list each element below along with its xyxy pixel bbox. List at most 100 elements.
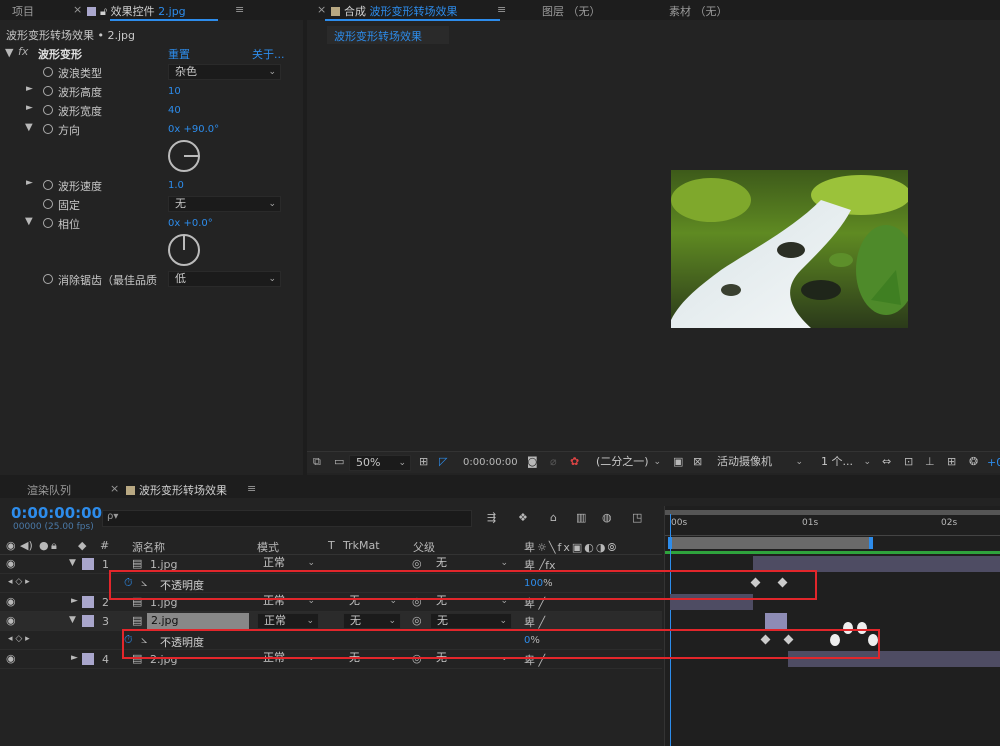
disclosure-triangle-icon[interactable]: ▼ <box>69 558 76 568</box>
panel-menu-icon[interactable]: ≡ <box>497 3 506 16</box>
camera-icon[interactable]: ◙ <box>527 455 538 468</box>
about-link[interactable]: 关于... <box>252 46 285 62</box>
eye-icon[interactable]: ◉ <box>6 539 16 552</box>
stopwatch-icon[interactable] <box>43 180 53 190</box>
stopwatch-icon[interactable] <box>43 86 53 96</box>
solo-icon[interactable]: ● <box>39 539 49 552</box>
eye-icon[interactable]: ◉ <box>6 652 16 665</box>
eye-icon[interactable]: ◉ <box>6 557 16 570</box>
expand-icon[interactable]: ⊞ <box>947 455 956 468</box>
audio-icon[interactable]: ◀) <box>20 539 33 552</box>
wave-type-dropdown[interactable]: 杂色 ⌄ <box>168 64 281 80</box>
stopwatch-icon[interactable] <box>43 274 53 284</box>
wave-width-value[interactable]: 40 <box>168 105 181 116</box>
frame-blending-icon[interactable]: ▥ <box>576 511 586 524</box>
work-area-bar[interactable] <box>665 510 1000 515</box>
comp-mini-flowchart-icon[interactable]: ⇶ <box>487 511 496 524</box>
panel-menu-icon[interactable]: ≡ <box>247 482 256 495</box>
resolution-dropdown[interactable]: (二分之一) ⌄ <box>590 455 665 471</box>
wave-height-value[interactable]: 10 <box>168 86 181 97</box>
phase-value[interactable]: 0x +0.0° <box>168 218 213 229</box>
snapshot-toggle-icon[interactable]: ⧉ <box>313 455 321 469</box>
stopwatch-icon[interactable] <box>43 124 53 134</box>
lock-icon[interactable]: 🔓︎ <box>100 5 107 18</box>
mask-visibility-icon[interactable]: ◸ <box>439 455 447 468</box>
views-dropdown[interactable]: 1 个... ⌄ <box>815 455 875 471</box>
toggle-pixel-aspect-icon[interactable]: ⇔ <box>882 455 891 468</box>
tab-layer[interactable]: 图层 （无） <box>542 3 601 19</box>
col-trkmat[interactable]: TrkMat <box>343 539 380 552</box>
disclosure-triangle-icon[interactable]: ▼ <box>5 46 13 59</box>
tab-render-queue[interactable]: 渲染队列 <box>27 482 71 498</box>
tab-project[interactable]: 项目 <box>12 3 34 19</box>
layer-name[interactable]: 2.jpg <box>147 613 249 629</box>
viewer-subtab[interactable]: 波形变形转场效果 <box>327 26 449 44</box>
flowchart-icon[interactable]: ⊥ <box>925 455 935 468</box>
tab-timeline-comp[interactable]: 波形变形转场效果 <box>126 482 227 498</box>
camera-dropdown[interactable]: 活动摄像机 ⌄ <box>711 455 807 471</box>
parent-dropdown[interactable]: 无 ⌄ <box>430 613 512 629</box>
viewer-timecode[interactable]: 0:00:00:00 <box>463 457 518 468</box>
pickwhip-icon[interactable]: ◎ <box>412 614 422 627</box>
reset-link[interactable]: 重置 <box>168 46 190 62</box>
fast-preview-icon[interactable]: ⊡ <box>904 455 913 468</box>
keyframe-nav-icons[interactable]: ◂ ◇ ▸ <box>8 634 30 644</box>
layer-label-color[interactable] <box>82 653 94 665</box>
tab-composition[interactable]: 合成 波形变形转场效果 <box>331 3 458 19</box>
direction-value[interactable]: 0x +90.0° <box>168 124 219 135</box>
timeline-timecode[interactable]: 0:00:00:00 <box>11 504 102 522</box>
close-icon[interactable]: × <box>73 3 82 16</box>
show-snapshot-icon[interactable]: ⌀ <box>550 455 557 468</box>
col-mode[interactable]: 模式 <box>257 539 279 555</box>
draft-3d-icon[interactable]: ❖ <box>518 511 528 524</box>
eye-icon[interactable]: ◉ <box>6 595 16 608</box>
mode-dropdown[interactable]: 正常 ⌄ <box>257 613 319 629</box>
tab-effect-controls[interactable]: 🔓︎ 效果控件 2.jpg <box>87 3 186 19</box>
label-icon[interactable]: ◆ <box>78 539 86 552</box>
col-parent[interactable]: 父级 <box>413 539 435 555</box>
layer-label-color[interactable] <box>82 596 94 608</box>
phase-dial[interactable] <box>168 234 200 266</box>
eye-icon[interactable]: ◉ <box>6 614 16 627</box>
tab-footage[interactable]: 素材 （无） <box>669 3 728 19</box>
lock-icon[interactable]: 🔒︎ <box>51 539 57 553</box>
monitor-icon[interactable]: ▭ <box>334 455 344 468</box>
layer-bar[interactable] <box>765 613 787 629</box>
transparency-grid-icon[interactable]: ⊠ <box>693 455 702 468</box>
pinning-dropdown[interactable]: 无 ⌄ <box>168 196 281 212</box>
keyframe-nav-icons[interactable]: ◂ ◇ ▸ <box>8 577 30 587</box>
disclosure-triangle-icon[interactable]: ▼ <box>25 122 33 133</box>
close-icon[interactable]: × <box>110 482 119 495</box>
disclosure-triangle-icon[interactable]: ► <box>26 178 33 188</box>
col-source-name[interactable]: 源名称 <box>132 539 165 555</box>
layer-label-color[interactable] <box>82 558 94 570</box>
direction-dial[interactable] <box>168 140 200 172</box>
timeline-search-input[interactable]: ρ▾ <box>102 510 472 527</box>
wave-speed-value[interactable]: 1.0 <box>168 180 184 191</box>
layer-label-color[interactable] <box>82 615 94 627</box>
preview-range-bar[interactable] <box>668 537 873 549</box>
switches-icons[interactable]: 卑☼╲fx▣◐◑⦾ <box>524 539 618 555</box>
close-icon[interactable]: × <box>317 3 326 16</box>
disclosure-triangle-icon[interactable]: ► <box>26 103 33 113</box>
disclosure-triangle-icon[interactable]: ▼ <box>69 615 76 625</box>
stopwatch-icon[interactable] <box>43 105 53 115</box>
stopwatch-icon[interactable] <box>43 67 53 77</box>
stopwatch-icon[interactable] <box>43 199 53 209</box>
disclosure-triangle-icon[interactable]: ▼ <box>25 216 33 227</box>
motion-blur-icon[interactable]: ◍ <box>602 511 612 524</box>
reset-exposure-icon[interactable]: ❂ <box>969 455 978 468</box>
disclosure-triangle-icon[interactable]: ► <box>71 596 78 606</box>
exposure-value[interactable]: +0 <box>987 456 1000 469</box>
color-channels-icon[interactable]: ✿ <box>570 455 579 468</box>
disclosure-triangle-icon[interactable]: ► <box>26 84 33 94</box>
switch-icons[interactable]: 卑 ╱ <box>524 614 545 630</box>
stopwatch-icon[interactable] <box>43 218 53 228</box>
pickwhip-icon[interactable]: ◎ <box>412 557 422 570</box>
fx-icon[interactable]: fx <box>18 45 28 58</box>
antialiasing-dropdown[interactable]: 低 ⌄ <box>168 271 281 287</box>
panel-menu-icon[interactable]: ≡ <box>235 3 244 16</box>
hide-shy-layers-icon[interactable]: ⌂ <box>550 511 557 524</box>
safe-margins-icon[interactable]: ⊞ <box>419 455 428 468</box>
region-of-interest-icon[interactable]: ▣ <box>673 455 683 468</box>
